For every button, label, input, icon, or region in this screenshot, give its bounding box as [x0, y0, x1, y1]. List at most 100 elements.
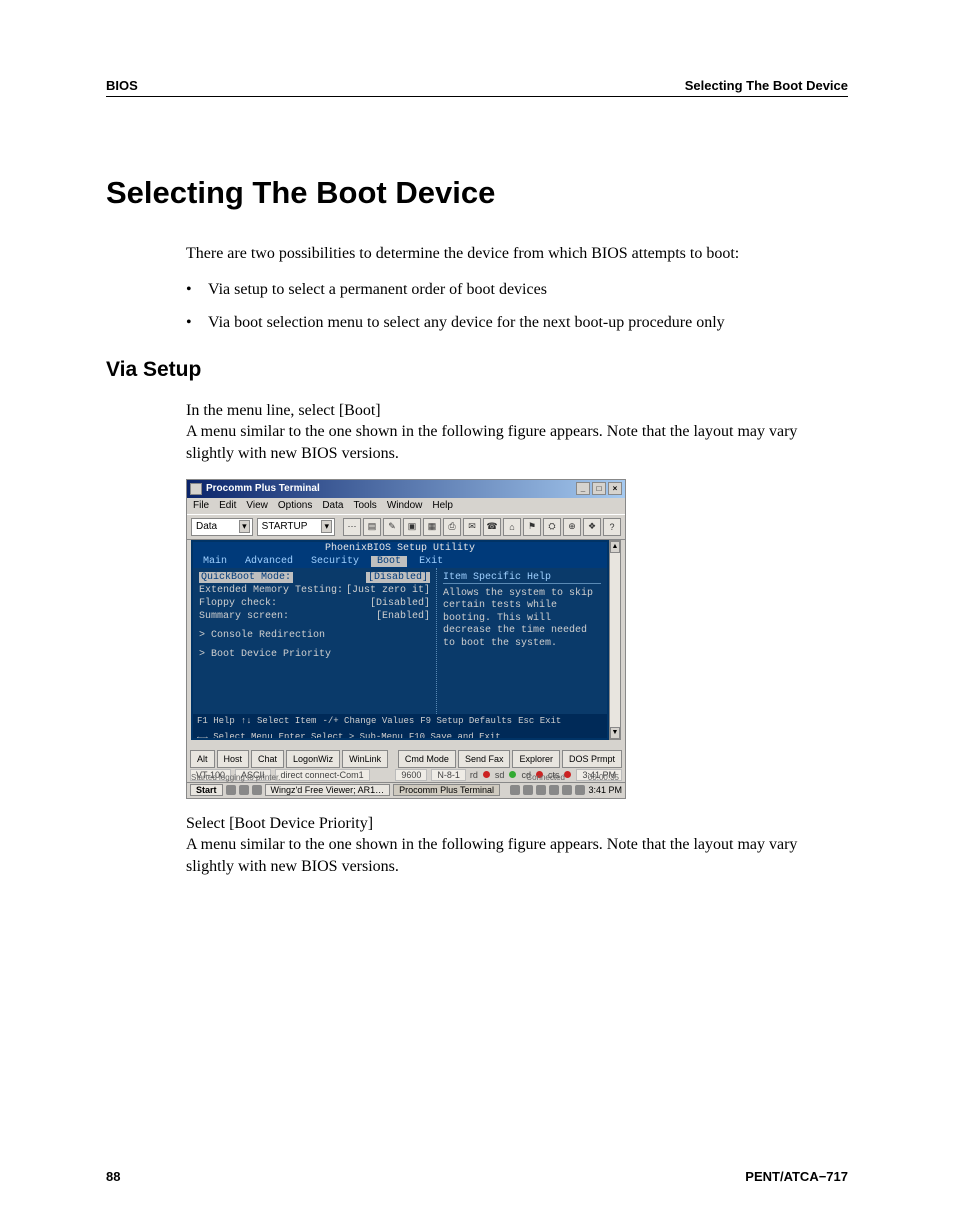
tab-advanced[interactable]: Advanced [239, 556, 299, 567]
toolbar-icon[interactable]: ⎙ [443, 518, 461, 536]
taskbar-task[interactable]: Wingz'd Free Viewer; AR1… [265, 784, 391, 796]
bios-option-row[interactable]: Summary screen: [Enabled] [199, 611, 430, 622]
taskbar-clock: 3:41 PM [588, 785, 622, 795]
menu-window[interactable]: Window [387, 500, 423, 511]
bios-option-row[interactable]: Floppy check: [Disabled] [199, 598, 430, 609]
option-value: [Just zero it] [346, 585, 430, 596]
footkey: Esc Exit [518, 716, 561, 726]
tray-icon[interactable] [549, 785, 559, 795]
menu-help[interactable]: Help [432, 500, 453, 511]
menu-file[interactable]: File [193, 500, 209, 511]
bios-screenshot: Procomm Plus Terminal _ □ × File Edit Vi… [186, 479, 626, 799]
option-value: [Disabled] [370, 598, 430, 609]
script-combo[interactable]: STARTUP [257, 518, 335, 536]
minimize-button[interactable]: _ [576, 482, 590, 495]
doc-id: PENT/ATCA−717 [745, 1169, 848, 1184]
bios-option-row[interactable]: QuickBoot Mode: [Disabled] [199, 572, 430, 583]
scroll-down-icon[interactable]: ▼ [610, 727, 620, 739]
toolbar-icon[interactable]: ☎ [483, 518, 501, 536]
status-button[interactable]: Send Fax [458, 750, 511, 768]
status-logging-text: Started logging to printer. [191, 773, 280, 782]
option-value: [Disabled] [366, 572, 430, 583]
toolbar: Data STARTUP ⋯ ▤ ✎ ▣ ▦ ⎙ ✉ ☎ ⌂ ⚑ ⛭ [187, 514, 625, 540]
status-button[interactable]: Chat [251, 750, 284, 768]
tray-icon[interactable] [575, 785, 585, 795]
tray-icon[interactable] [562, 785, 572, 795]
quicklaunch-icon[interactable] [226, 785, 236, 795]
app-icon [190, 483, 202, 495]
bullet-item: Via setup to select a permanent order of… [186, 279, 848, 301]
tab-security[interactable]: Security [305, 556, 365, 567]
bios-submenu[interactable]: > Boot Device Priority [199, 649, 430, 660]
menu-view[interactable]: View [246, 500, 268, 511]
scroll-up-icon[interactable]: ▲ [610, 541, 620, 553]
status-button[interactable]: LogonWiz [286, 750, 340, 768]
toolbar-icon[interactable]: ❖ [583, 518, 601, 536]
toolbar-icon[interactable]: ✎ [383, 518, 401, 536]
option-label: Extended Memory Testing: [199, 585, 343, 596]
intro-paragraph: There are two possibilities to determine… [186, 243, 848, 265]
section-heading-via-setup: Via Setup [106, 358, 848, 382]
menu-tools[interactable]: Tools [353, 500, 376, 511]
step-note: A menu similar to the one shown in the f… [186, 421, 848, 464]
status-button[interactable]: Alt [190, 750, 215, 768]
step-instruction: In the menu line, select [Boot] [186, 400, 848, 422]
page-number: 88 [106, 1169, 120, 1184]
tray-icon[interactable] [510, 785, 520, 795]
status-elapsed: 00:00:35 [588, 773, 619, 782]
status-button[interactable]: Host [217, 750, 250, 768]
tab-exit[interactable]: Exit [413, 556, 449, 567]
toolbar-icon[interactable]: ▦ [423, 518, 441, 536]
windows-taskbar: Start Wingz'd Free Viewer; AR1… Procomm … [187, 782, 625, 798]
window-title: Procomm Plus Terminal [206, 483, 320, 494]
status-connected: Connected [526, 773, 565, 782]
menubar: File Edit View Options Data Tools Window… [187, 498, 625, 514]
bios-left-pane: QuickBoot Mode: [Disabled] Extended Memo… [193, 568, 437, 714]
toolbar-icon[interactable]: ▣ [403, 518, 421, 536]
terminal-scrollbar[interactable]: ▲ ▼ [609, 540, 621, 740]
status-button[interactable]: Cmd Mode [398, 750, 456, 768]
footkey: F9 Setup Defaults [420, 716, 512, 726]
tab-main[interactable]: Main [197, 556, 233, 567]
status-cell: 9600 [395, 769, 427, 781]
bios-submenu[interactable]: > Console Redirection [199, 630, 430, 641]
status-button[interactable]: DOS Prmpt [562, 750, 622, 768]
toolbar-icon[interactable]: ⋯ [343, 518, 361, 536]
tray-icon[interactable] [523, 785, 533, 795]
quicklaunch-icon[interactable] [252, 785, 262, 795]
toolbar-icon[interactable]: ✉ [463, 518, 481, 536]
step-note: A menu similar to the one shown in the f… [186, 834, 848, 877]
toolbar-icon[interactable]: ⊕ [563, 518, 581, 536]
tab-boot[interactable]: Boot [371, 556, 407, 567]
bios-option-row[interactable]: Extended Memory Testing: [Just zero it] [199, 585, 430, 596]
footkey: F10 Save and Exit [409, 732, 501, 740]
quicklaunch-icon[interactable] [239, 785, 249, 795]
start-button[interactable]: Start [190, 784, 223, 796]
toolbar-icon[interactable]: ? [603, 518, 621, 536]
bios-tabs: Main Advanced Security Boot Exit [193, 555, 607, 568]
toolbar-icon[interactable]: ⛭ [543, 518, 561, 536]
option-label: Floppy check: [199, 598, 277, 609]
help-heading: Item Specific Help [443, 572, 601, 584]
toolbar-icon[interactable]: ⌂ [503, 518, 521, 536]
option-label: QuickBoot Mode: [199, 572, 293, 583]
toolbar-icon[interactable]: ▤ [363, 518, 381, 536]
menu-edit[interactable]: Edit [219, 500, 236, 511]
status-cell: N-8-1 [431, 769, 466, 781]
tray-icon[interactable] [536, 785, 546, 795]
status-button[interactable]: WinLink [342, 750, 388, 768]
led-label: rd [470, 770, 478, 780]
bios-help-pane: Item Specific Help Allows the system to … [437, 568, 607, 714]
menu-data[interactable]: Data [322, 500, 343, 511]
footkey: F1 Help [197, 716, 235, 726]
close-button[interactable]: × [608, 482, 622, 495]
maximize-button[interactable]: □ [592, 482, 606, 495]
toolbar-icon[interactable]: ⚑ [523, 518, 541, 536]
status-button[interactable]: Explorer [512, 750, 560, 768]
option-value: [Enabled] [376, 611, 430, 622]
mode-combo[interactable]: Data [191, 518, 253, 536]
menu-options[interactable]: Options [278, 500, 312, 511]
step-instruction: Select [Boot Device Priority] [186, 813, 848, 835]
led-icon [564, 771, 571, 778]
taskbar-task[interactable]: Procomm Plus Terminal [393, 784, 500, 796]
